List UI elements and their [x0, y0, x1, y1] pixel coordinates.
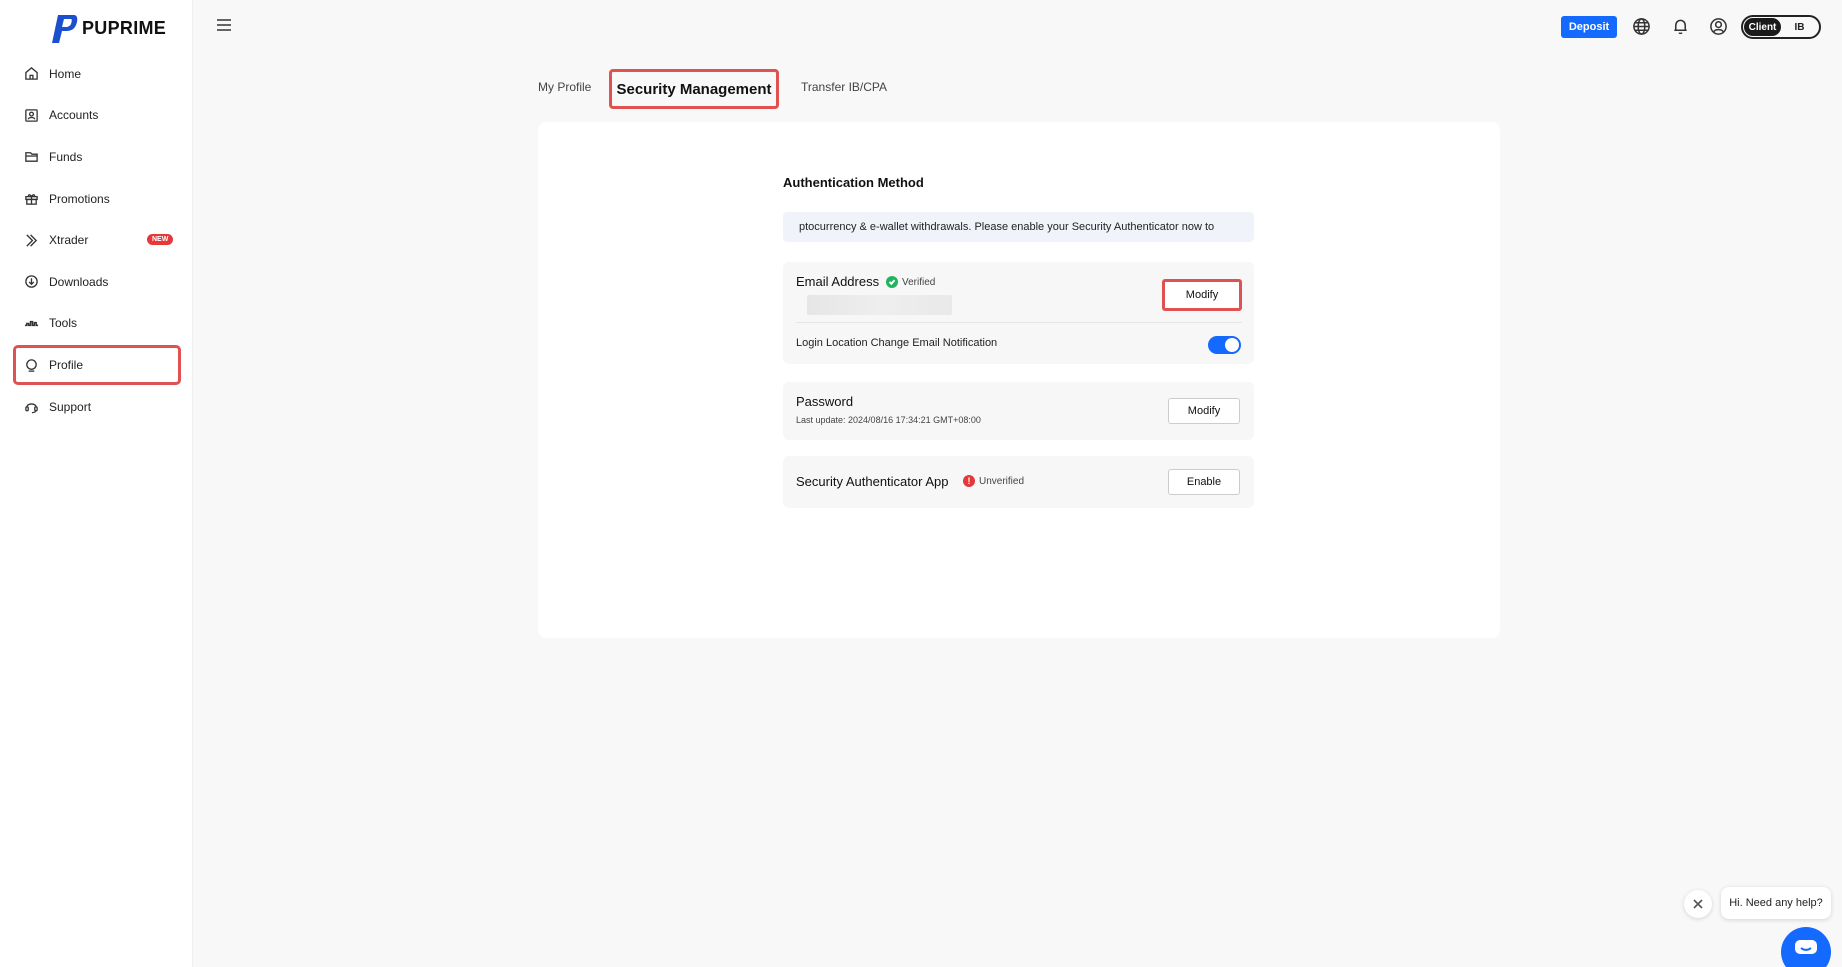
sidebar-item-label: Support — [49, 399, 92, 414]
role-ib[interactable]: IB — [1781, 18, 1818, 36]
sidebar-item-label: Accounts — [49, 108, 99, 123]
authenticator-status-label: Unverified — [979, 475, 1025, 487]
sidebar: PUPRIME Home Accounts Funds Promotions X… — [0, 0, 193, 967]
tab-transfer-ib-cpa[interactable]: Transfer IB/CPA — [801, 80, 887, 94]
sidebar-item-label: Profile — [49, 358, 84, 373]
accounts-icon — [24, 108, 39, 123]
client-ib-toggle[interactable]: Client IB — [1741, 15, 1821, 39]
brand-logo[interactable]: PUPRIME — [44, 11, 166, 45]
deposit-button[interactable]: Deposit — [1561, 16, 1617, 38]
password-label: Password — [796, 394, 854, 409]
authenticator-status: ! Unverified — [963, 475, 1024, 487]
funds-icon — [24, 149, 39, 164]
email-modify-button[interactable]: Modify — [1162, 279, 1242, 311]
account-icon[interactable] — [1708, 16, 1728, 36]
email-status: Verified — [886, 276, 935, 288]
sidebar-item-home[interactable]: Home — [14, 53, 180, 95]
support-icon — [24, 399, 39, 414]
download-icon — [24, 274, 39, 289]
gift-icon — [24, 191, 39, 206]
menu-toggle-icon[interactable] — [216, 18, 232, 32]
tab-security-management[interactable]: Security Management — [609, 69, 779, 109]
tools-icon — [24, 316, 39, 331]
email-label: Email Address — [796, 274, 880, 289]
warning-icon: ! — [963, 475, 975, 487]
sidebar-item-accounts[interactable]: Accounts — [14, 95, 180, 137]
new-badge: NEW — [147, 234, 174, 246]
chat-close-icon[interactable] — [1684, 890, 1712, 918]
home-icon — [24, 66, 39, 81]
sidebar-item-label: Promotions — [49, 191, 110, 206]
email-status-label: Verified — [902, 276, 936, 288]
sidebar-item-promotions[interactable]: Promotions — [14, 178, 180, 220]
sidebar-item-label: Tools — [49, 316, 78, 331]
sidebar-item-tools[interactable]: Tools — [14, 303, 180, 345]
tab-my-profile[interactable]: My Profile — [538, 80, 591, 94]
security-notice-banner: ptocurrency & e-wallet withdrawals. Plea… — [783, 212, 1254, 242]
bell-icon[interactable] — [1670, 16, 1690, 36]
authenticator-enable-button[interactable]: Enable — [1168, 469, 1240, 495]
verified-check-icon — [886, 276, 898, 288]
redacted-email-value — [807, 295, 952, 315]
chat-prompt[interactable]: Hi. Need any help? — [1721, 887, 1831, 919]
sidebar-item-downloads[interactable]: Downloads — [14, 261, 180, 303]
sidebar-item-label: Xtrader — [49, 233, 89, 248]
xtrader-icon — [24, 233, 39, 248]
login-notification-label: Login Location Change Email Notification — [796, 337, 998, 349]
sidebar-item-funds[interactable]: Funds — [14, 136, 180, 178]
role-client[interactable]: Client — [1744, 18, 1781, 36]
divider — [796, 322, 1242, 323]
sidebar-nav: Home Accounts Funds Promotions Xtrader N… — [13, 53, 181, 428]
sidebar-item-label: Home — [49, 66, 82, 81]
sidebar-item-label: Funds — [49, 149, 83, 164]
password-modify-button[interactable]: Modify — [1168, 398, 1240, 424]
chat-launcher-icon[interactable] — [1781, 927, 1831, 967]
sidebar-item-profile[interactable]: Profile — [13, 345, 181, 386]
puprime-logo-icon — [52, 15, 78, 43]
sidebar-item-xtrader[interactable]: Xtrader NEW — [14, 219, 180, 261]
authenticator-label: Security Authenticator App — [796, 474, 949, 489]
security-card — [538, 122, 1500, 638]
sidebar-item-support[interactable]: Support — [14, 386, 180, 428]
profile-icon — [24, 358, 39, 373]
brand-name: PUPRIME — [82, 17, 167, 38]
password-last-update: Last update: 2024/08/16 17:34:21 GMT+08:… — [796, 415, 981, 425]
globe-icon[interactable] — [1631, 16, 1651, 36]
sidebar-item-label: Downloads — [49, 274, 109, 289]
section-title: Authentication Method — [783, 175, 924, 190]
login-notification-toggle[interactable] — [1208, 336, 1241, 354]
